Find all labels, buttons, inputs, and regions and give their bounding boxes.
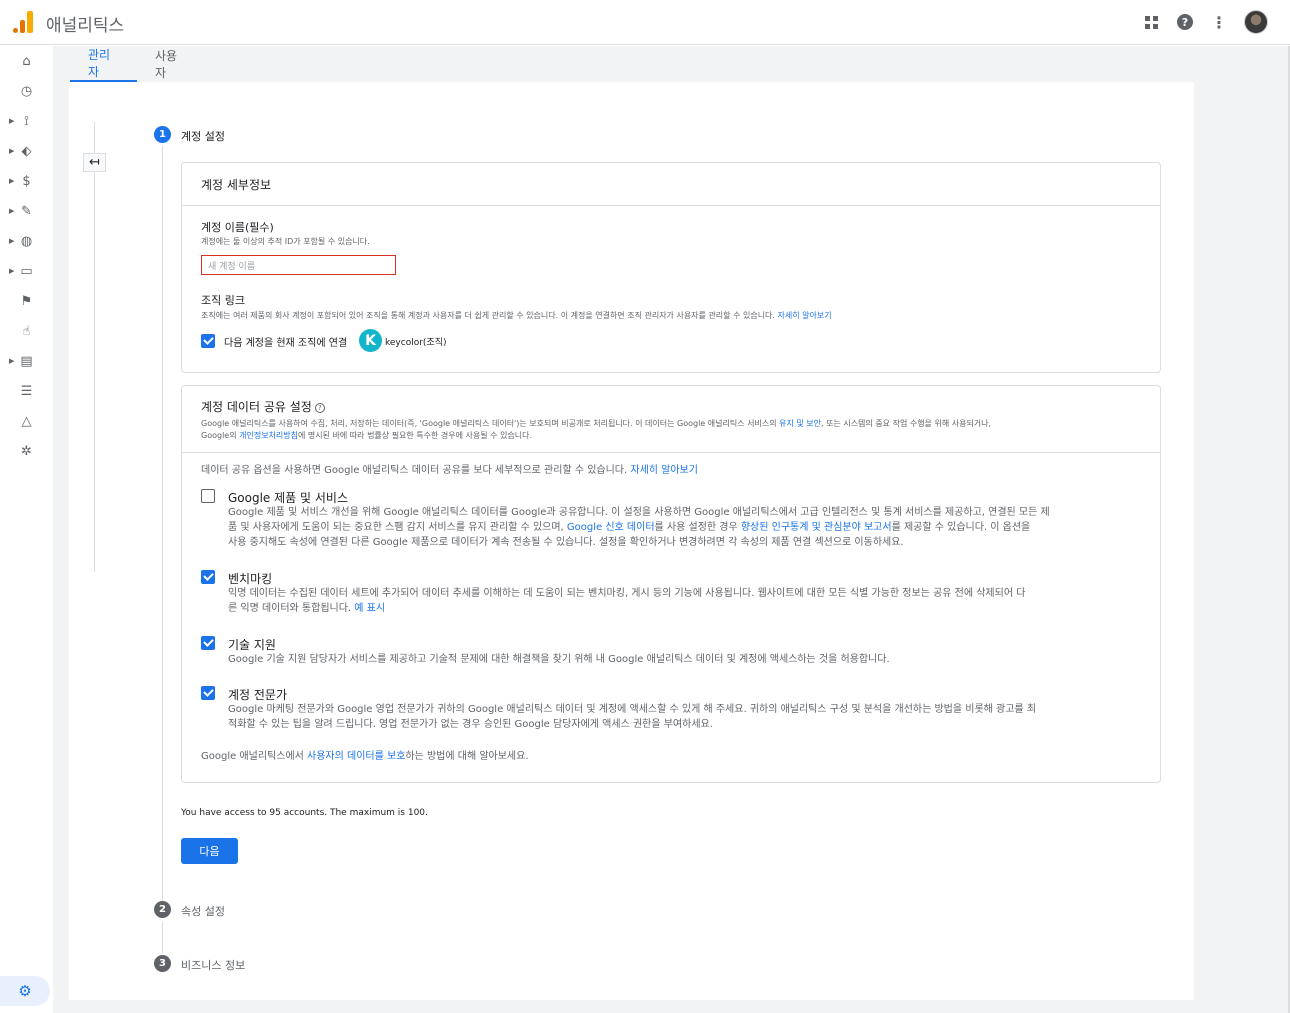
divider (94, 122, 95, 572)
step-3-label[interactable]: 비즈니스 정보 (181, 957, 245, 973)
google-products-title: Google 제품 및 서비스 (228, 491, 349, 505)
benchmarking-desc: 익명 데이터는 수집된 데이터 세트에 추가되어 데이터 추세를 이해하는 데 … (228, 588, 1026, 614)
org-link-desc: 조직에는 여러 제품의 회사 계정이 포함되어 있어 조직을 통해 계정과 사용… (201, 311, 832, 320)
clock-icon: ◷ (20, 83, 33, 99)
google-signals-link[interactable]: Google 신호 데이터 (567, 522, 655, 533)
nav-acquisition[interactable]: ▶ ✎ (0, 200, 53, 222)
org-name: keycolor(조직) (385, 338, 447, 348)
benchmarking-title: 벤치마킹 (228, 572, 273, 586)
bug-icon: ✲ (21, 443, 32, 459)
step-2-label[interactable]: 속성 설정 (181, 903, 225, 919)
nav-flag[interactable]: ⚑ (0, 290, 53, 312)
account-specialists-title: 계정 전문가 (228, 688, 288, 702)
org-link-title: 조직 링크 (201, 294, 245, 307)
touch-icon: ☝ (22, 323, 31, 339)
help-icon[interactable]: ? (1176, 13, 1194, 31)
nav-home[interactable]: ⌂ (0, 50, 53, 72)
org-link-checkbox[interactable] (201, 334, 215, 348)
gear-icon: ⚙ (18, 982, 32, 1000)
app-title: 애널리틱스 (46, 16, 125, 36)
avatar[interactable] (1244, 10, 1268, 34)
step-2-number: 2 (154, 901, 171, 918)
home-icon: ⌂ (22, 53, 31, 69)
nav-debug[interactable]: ✲ (0, 440, 53, 462)
tech-support-desc: Google 기술 지원 담당자가 서비스를 제공하고 기술적 문제에 대한 해… (228, 654, 890, 665)
tab-user[interactable]: 사용자 (137, 46, 204, 82)
main-area: 관리자 사용자 ↤ 1 계정 설정 계정 세부정보 계정 이름(필수) 계정에는… (53, 46, 1290, 1013)
account-name-hint: 계정에는 둘 이상의 추적 ID가 포함될 수 있습니다. (201, 237, 370, 246)
back-button[interactable]: ↤ (83, 153, 106, 172)
shapes-icon: △ (21, 413, 32, 429)
data-sharing-intro-2: Google의 개인정보처리방침에 명시된 바에 따라 법률상 필요한 특수한 … (201, 431, 533, 440)
account-name-input[interactable]: 새 계정 이름 (201, 255, 396, 275)
devices-icon: ▭ (20, 263, 33, 279)
privacy-policy-link[interactable]: 개인정보처리방침 (239, 431, 298, 440)
nav-monetization[interactable]: ▶ $ (0, 170, 53, 192)
data-sharing-title: 계정 데이터 공유 설정? (201, 398, 1160, 415)
data-sharing-card: 계정 데이터 공유 설정? Google 애널리틱스를 사용하여 수집, 처리,… (181, 385, 1161, 783)
nav-touch[interactable]: ☝ (0, 320, 53, 342)
account-specialists-checkbox[interactable] (201, 686, 215, 700)
google-products-checkbox[interactable] (201, 489, 215, 503)
tag-icon: ⬖ (21, 143, 32, 159)
access-note: You have access to 95 accounts. The maxi… (181, 808, 428, 818)
org-link-checkbox-label: 다음 계정을 현재 조직에 연결 (224, 338, 348, 349)
tab-admin[interactable]: 관리자 (70, 46, 137, 82)
tech-support-checkbox[interactable] (201, 636, 215, 650)
account-details-title: 계정 세부정보 (201, 178, 272, 192)
org-learn-more-link[interactable]: 자세히 알아보기 (778, 311, 832, 320)
nav-user-list[interactable]: ☰ (0, 380, 53, 402)
step-connector (162, 146, 163, 906)
flow-icon: ⟟ (24, 113, 29, 129)
org-avatar: K (359, 329, 382, 352)
user-list-icon: ☰ (20, 383, 33, 399)
demographics-report-link[interactable]: 향상된 인구통계 및 관심분야 보고서 (741, 522, 892, 533)
apps-grid-icon[interactable] (1142, 13, 1160, 31)
benchmarking-checkbox[interactable] (201, 570, 215, 584)
show-example-link[interactable]: 예 표시 (354, 603, 385, 614)
analytics-logo-icon[interactable] (13, 11, 33, 33)
nav-tags[interactable]: ▶ ⬖ (0, 140, 53, 162)
more-vert-icon[interactable]: ⋮ (1210, 13, 1228, 32)
setup-panel: ↤ 1 계정 설정 계정 세부정보 계정 이름(필수) 계정에는 둘 이상의 추… (69, 82, 1194, 1000)
nav-devices[interactable]: ▶ ▭ (0, 260, 53, 282)
step-1-label[interactable]: 계정 설정 (181, 128, 225, 144)
tab-bar: 관리자 사용자 (70, 46, 204, 82)
step-1-number: 1 (154, 126, 171, 143)
dollar-icon: $ (22, 173, 31, 189)
help-circle-icon[interactable]: ? (314, 403, 325, 413)
wand-icon: ✎ (21, 203, 32, 219)
nav-audience[interactable]: ▶ ⟟ (0, 110, 53, 132)
account-name-label: 계정 이름(필수) (201, 221, 274, 234)
nav-settings[interactable]: ⚙ (0, 976, 50, 1006)
data-sharing-intro-1: Google 애널리틱스를 사용하여 수집, 처리, 저장하는 데이터(즉, '… (201, 419, 992, 428)
left-nav: ⌂ ◷ ▶ ⟟ ▶ ⬖ ▶ $ ▶ ✎ ▶ ◍ ▶ ▭ ⚑ ☝ ▶ ▤ ☰ △ ✲ (0, 46, 53, 1013)
globe-icon: ◍ (20, 233, 33, 249)
options-intro: 데이터 공유 옵션을 사용하면 Google 애널리틱스 데이터 공유를 보다 … (201, 465, 698, 476)
nav-globe[interactable]: ▶ ◍ (0, 230, 53, 252)
data-protection-link[interactable]: 사용자의 데이터를 보호 (307, 751, 405, 762)
step-3-number: 3 (154, 955, 171, 972)
next-button[interactable]: 다음 (181, 838, 238, 864)
nav-shapes[interactable]: △ (0, 410, 53, 432)
account-specialists-desc: Google 마케팅 전문가와 Google 영업 전문가가 귀하의 Googl… (228, 704, 1037, 730)
top-bar: 애널리틱스 ? ⋮ (0, 0, 1290, 45)
security-link[interactable]: 유지 및 보안 (779, 419, 821, 428)
step-connector-2 (162, 922, 163, 954)
nav-realtime[interactable]: ◷ (0, 80, 53, 102)
tech-support-title: 기술 지원 (228, 638, 276, 652)
data-protection-note: Google 애널리틱스에서 사용자의 데이터를 보호하는 방법에 대해 알아보… (201, 751, 529, 762)
options-learn-more-link[interactable]: 자세히 알아보기 (630, 465, 698, 476)
account-details-card: 계정 세부정보 계정 이름(필수) 계정에는 둘 이상의 추적 ID가 포함될 … (181, 162, 1161, 373)
back-arrow-icon: ↤ (89, 155, 100, 170)
nav-reports[interactable]: ▶ ▤ (0, 350, 53, 372)
google-products-desc: Google 제품 및 서비스 개선을 위해 Google 애널리틱스 데이터를… (228, 507, 1050, 548)
flag-icon: ⚑ (20, 293, 33, 309)
report-icon: ▤ (20, 353, 33, 369)
